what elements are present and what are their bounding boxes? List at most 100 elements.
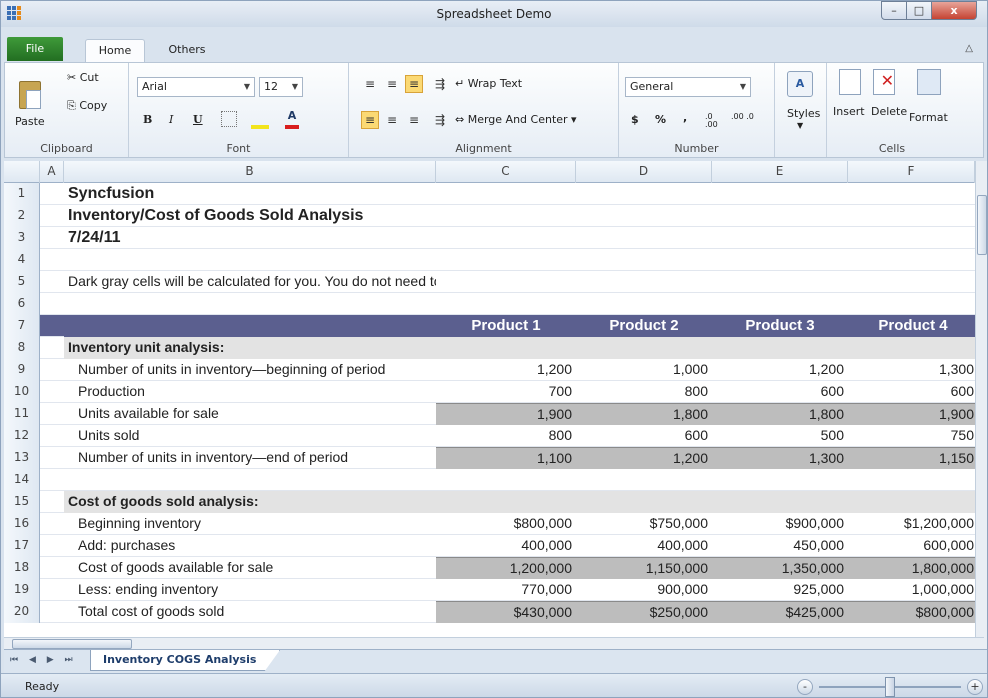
vertical-scrollbar[interactable] [975,161,987,649]
cell-e[interactable] [712,293,848,315]
cell-d[interactable]: 900,000 [576,579,712,601]
cell-f[interactable] [848,205,978,227]
horizontal-scrollbar[interactable] [4,637,984,649]
cell-c[interactable] [436,183,576,205]
row-header[interactable]: 6 [4,293,40,315]
zoom-slider-thumb[interactable] [885,677,895,697]
cell-c[interactable]: 1,900 [436,403,576,425]
cell-e[interactable] [712,249,848,271]
cell-d[interactable] [576,271,712,293]
cell-d[interactable]: 1,150,000 [576,557,712,579]
copy-button[interactable]: ⎘ Copy [67,99,107,113]
cell-c[interactable]: 1,200 [436,359,576,381]
cell-f[interactable] [848,337,978,359]
cell-f[interactable]: 1,150 [848,447,978,469]
cell-e[interactable]: 450,000 [712,535,848,557]
decrease-decimal-button[interactable]: .00 .0 [731,113,755,121]
cell-f[interactable] [848,491,978,513]
fill-color-icon[interactable] [251,109,269,129]
align-left-icon[interactable]: ≡ [361,111,379,129]
format-button[interactable]: Format [909,111,948,124]
cell-c[interactable] [436,249,576,271]
align-center-icon[interactable]: ≡ [383,111,401,129]
cell-e[interactable] [712,205,848,227]
currency-button[interactable]: $ [631,113,639,126]
close-button[interactable]: x [931,1,977,20]
cell-d[interactable]: $250,000 [576,601,712,623]
cell-e[interactable] [712,183,848,205]
zoom-out-button[interactable]: - [797,679,813,695]
minimize-button[interactable]: – [881,1,907,20]
font-color-icon[interactable]: A [285,109,299,129]
cell-f[interactable] [848,293,978,315]
row-header[interactable]: 14 [4,469,40,491]
cell-c[interactable] [436,337,576,359]
cell-e[interactable]: 1,300 [712,447,848,469]
cell-e[interactable]: $425,000 [712,601,848,623]
tab-others[interactable]: Others [159,39,215,63]
cell-e[interactable]: 500 [712,425,848,447]
cell-b[interactable]: 7/24/11 [64,227,436,249]
sheet-navigation-arrows[interactable]: ⏮ ◀ ▶ ⏭ [10,655,77,665]
cell-f[interactable]: 600,000 [848,535,978,557]
row-header[interactable]: 5 [4,271,40,293]
font-name-combo[interactable]: Arial ▼ [137,77,255,97]
cell-c[interactable]: Product 1 [436,315,576,337]
row-header[interactable]: 18 [4,557,40,579]
row-header[interactable]: 17 [4,535,40,557]
collapse-ribbon-icon[interactable]: △ [965,43,973,54]
cell-b[interactable]: Add: purchases [64,535,436,557]
cell-b[interactable]: Units sold [64,425,436,447]
cell-b[interactable]: Cost of goods available for sale [64,557,436,579]
cell-b[interactable]: Inventory/Cost of Goods Sold Analysis [64,205,436,227]
vertical-scroll-thumb[interactable] [977,195,987,255]
cell-d[interactable]: 600 [576,425,712,447]
horizontal-scroll-thumb[interactable] [12,639,132,649]
cell-d[interactable]: 800 [576,381,712,403]
row-header[interactable]: 4 [4,249,40,271]
cell-f[interactable]: 1,900 [848,403,978,425]
cell-f[interactable]: 1,000,000 [848,579,978,601]
cell-d[interactable]: $750,000 [576,513,712,535]
cell-c[interactable] [436,469,576,491]
cell-c[interactable] [436,205,576,227]
number-format-combo[interactable]: General ▼ [625,77,751,97]
tab-home[interactable]: Home [85,39,145,63]
indent-icon[interactable]: ⇶ [431,75,449,93]
insert-cells-icon[interactable] [839,69,861,95]
italic-button[interactable]: I [169,113,173,126]
column-header-b[interactable]: B [64,161,436,183]
styles-button[interactable]: Styles [787,107,820,120]
column-header-e[interactable]: E [712,161,848,183]
cell-b[interactable]: Units available for sale [64,403,436,425]
cell-f[interactable] [848,227,978,249]
cell-f[interactable] [848,183,978,205]
cell-f[interactable]: $1,200,000 [848,513,978,535]
cell-d[interactable] [576,337,712,359]
cell-b[interactable]: Dark gray cells will be calculated for y… [64,271,436,293]
styles-icon[interactable]: A [787,71,813,97]
spreadsheet-grid[interactable]: A B C D E F 1 Syncfusion 2 Inventory/Cost o… [4,161,987,649]
cell-d[interactable] [576,205,712,227]
cell-e[interactable] [712,491,848,513]
column-header-c[interactable]: C [436,161,576,183]
cell-e[interactable]: 1,200 [712,359,848,381]
cell-f[interactable]: 600 [848,381,978,403]
cell-d[interactable]: 1,000 [576,359,712,381]
format-cells-icon[interactable] [917,69,941,95]
maximize-button[interactable]: □ [906,1,932,20]
cell-d[interactable]: 1,800 [576,403,712,425]
bold-button[interactable]: B [143,113,152,126]
cell-c[interactable]: 400,000 [436,535,576,557]
sheet-tab-inventory-cogs[interactable]: Inventory COGS Analysis [90,650,280,671]
cell-c[interactable]: 700 [436,381,576,403]
cell-b[interactable]: Inventory unit analysis: [64,337,436,359]
cell-d[interactable] [576,227,712,249]
cell-b[interactable]: Production [64,381,436,403]
merge-center-button[interactable]: ⇔ Merge And Center ▾ [455,113,577,126]
cell-c[interactable]: 770,000 [436,579,576,601]
cell-f[interactable] [848,271,978,293]
cell-d[interactable] [576,183,712,205]
column-header-a[interactable]: A [40,161,64,183]
delete-cells-icon[interactable]: ✕ [873,69,895,95]
